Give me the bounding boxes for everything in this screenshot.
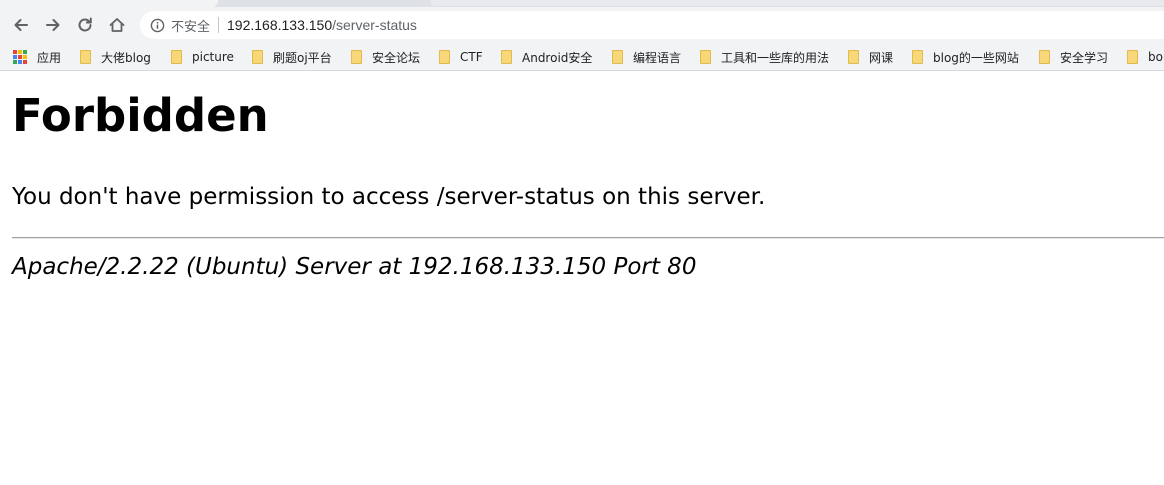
bookmark-label: 编程语言 xyxy=(633,50,682,65)
home-icon xyxy=(109,18,125,32)
folder-icon xyxy=(912,50,923,64)
bookmark-label: 工具和一些库的用法 xyxy=(721,50,830,65)
bookmark-folder[interactable]: 网课 xyxy=(848,48,893,66)
folder-icon xyxy=(612,50,623,64)
bookmark-label: blog的一些网站 xyxy=(933,50,1019,65)
forward-button[interactable] xyxy=(40,12,66,38)
bookmark-folder[interactable]: 刷题oj平台 xyxy=(252,48,332,66)
bookmark-folder[interactable]: blog的一些网站 xyxy=(912,48,1019,66)
folder-icon xyxy=(252,50,263,64)
inactive-tab[interactable] xyxy=(430,0,1164,6)
page-title: Forbidden xyxy=(12,89,269,142)
arrow-right-icon xyxy=(46,19,60,31)
home-button[interactable] xyxy=(104,12,130,38)
folder-icon xyxy=(351,50,362,64)
bookmark-folder[interactable]: 安全学习 xyxy=(1039,48,1108,66)
url-path: /server-status xyxy=(332,17,417,33)
bookmark-label: bo xyxy=(1148,50,1163,64)
bookmark-label: Android安全 xyxy=(522,50,593,65)
bookmark-folder[interactable]: 编程语言 xyxy=(612,48,681,66)
bookmark-label: 应用 xyxy=(37,50,62,65)
bookmark-label: CTF xyxy=(460,50,483,64)
folder-icon xyxy=(1039,50,1050,64)
apps-grid-icon xyxy=(13,50,27,64)
error-message: You don't have permission to access /ser… xyxy=(12,184,766,210)
divider xyxy=(12,237,1164,239)
bookmark-label: 大佬blog xyxy=(101,50,151,65)
address-bar[interactable]: 不安全 192.168.133.150/server-status xyxy=(140,11,1164,39)
bookmark-folder[interactable]: 大佬blog xyxy=(80,48,151,66)
bookmark-label: picture xyxy=(192,50,234,64)
bookmarks-bar: 应用 大佬blog picture 刷题oj平台 安全论坛 CTF Androi… xyxy=(0,43,1164,71)
bookmark-folder[interactable]: 工具和一些库的用法 xyxy=(700,48,829,66)
server-signature: Apache/2.2.22 (Ubuntu) Server at 192.168… xyxy=(12,254,697,280)
folder-icon xyxy=(700,50,711,64)
security-label[interactable]: 不安全 xyxy=(171,16,210,35)
bookmark-label: 网课 xyxy=(869,50,894,65)
url-text[interactable]: 192.168.133.150/server-status xyxy=(227,17,417,33)
reload-icon xyxy=(78,17,92,32)
bookmark-apps[interactable]: 应用 xyxy=(13,48,61,66)
back-button[interactable] xyxy=(8,12,34,38)
tab-strip xyxy=(0,0,1164,7)
info-icon[interactable] xyxy=(149,17,165,33)
bookmark-folder[interactable]: bo xyxy=(1127,48,1163,66)
arrow-left-icon xyxy=(14,19,28,31)
bookmark-label: 安全论坛 xyxy=(372,50,421,65)
active-tab[interactable] xyxy=(0,0,218,7)
bookmark-label: 刷题oj平台 xyxy=(273,50,332,65)
folder-icon xyxy=(848,50,859,64)
bookmark-folder[interactable]: Android安全 xyxy=(501,48,592,66)
omnibox-divider xyxy=(218,17,220,33)
folder-icon xyxy=(171,50,182,64)
folder-icon xyxy=(501,50,512,64)
browser-toolbar: 不安全 192.168.133.150/server-status xyxy=(0,7,1164,43)
folder-icon xyxy=(439,50,450,64)
folder-icon xyxy=(80,50,91,64)
bookmark-folder[interactable]: 安全论坛 xyxy=(351,48,420,66)
bookmark-label: 安全学习 xyxy=(1060,50,1109,65)
url-host: 192.168.133.150 xyxy=(227,17,333,33)
bookmark-folder[interactable]: CTF xyxy=(439,48,483,66)
folder-icon xyxy=(1127,50,1138,64)
reload-button[interactable] xyxy=(72,12,98,38)
page-content: Forbidden You don't have permission to a… xyxy=(0,71,1164,485)
bookmark-folder[interactable]: picture xyxy=(171,48,234,66)
